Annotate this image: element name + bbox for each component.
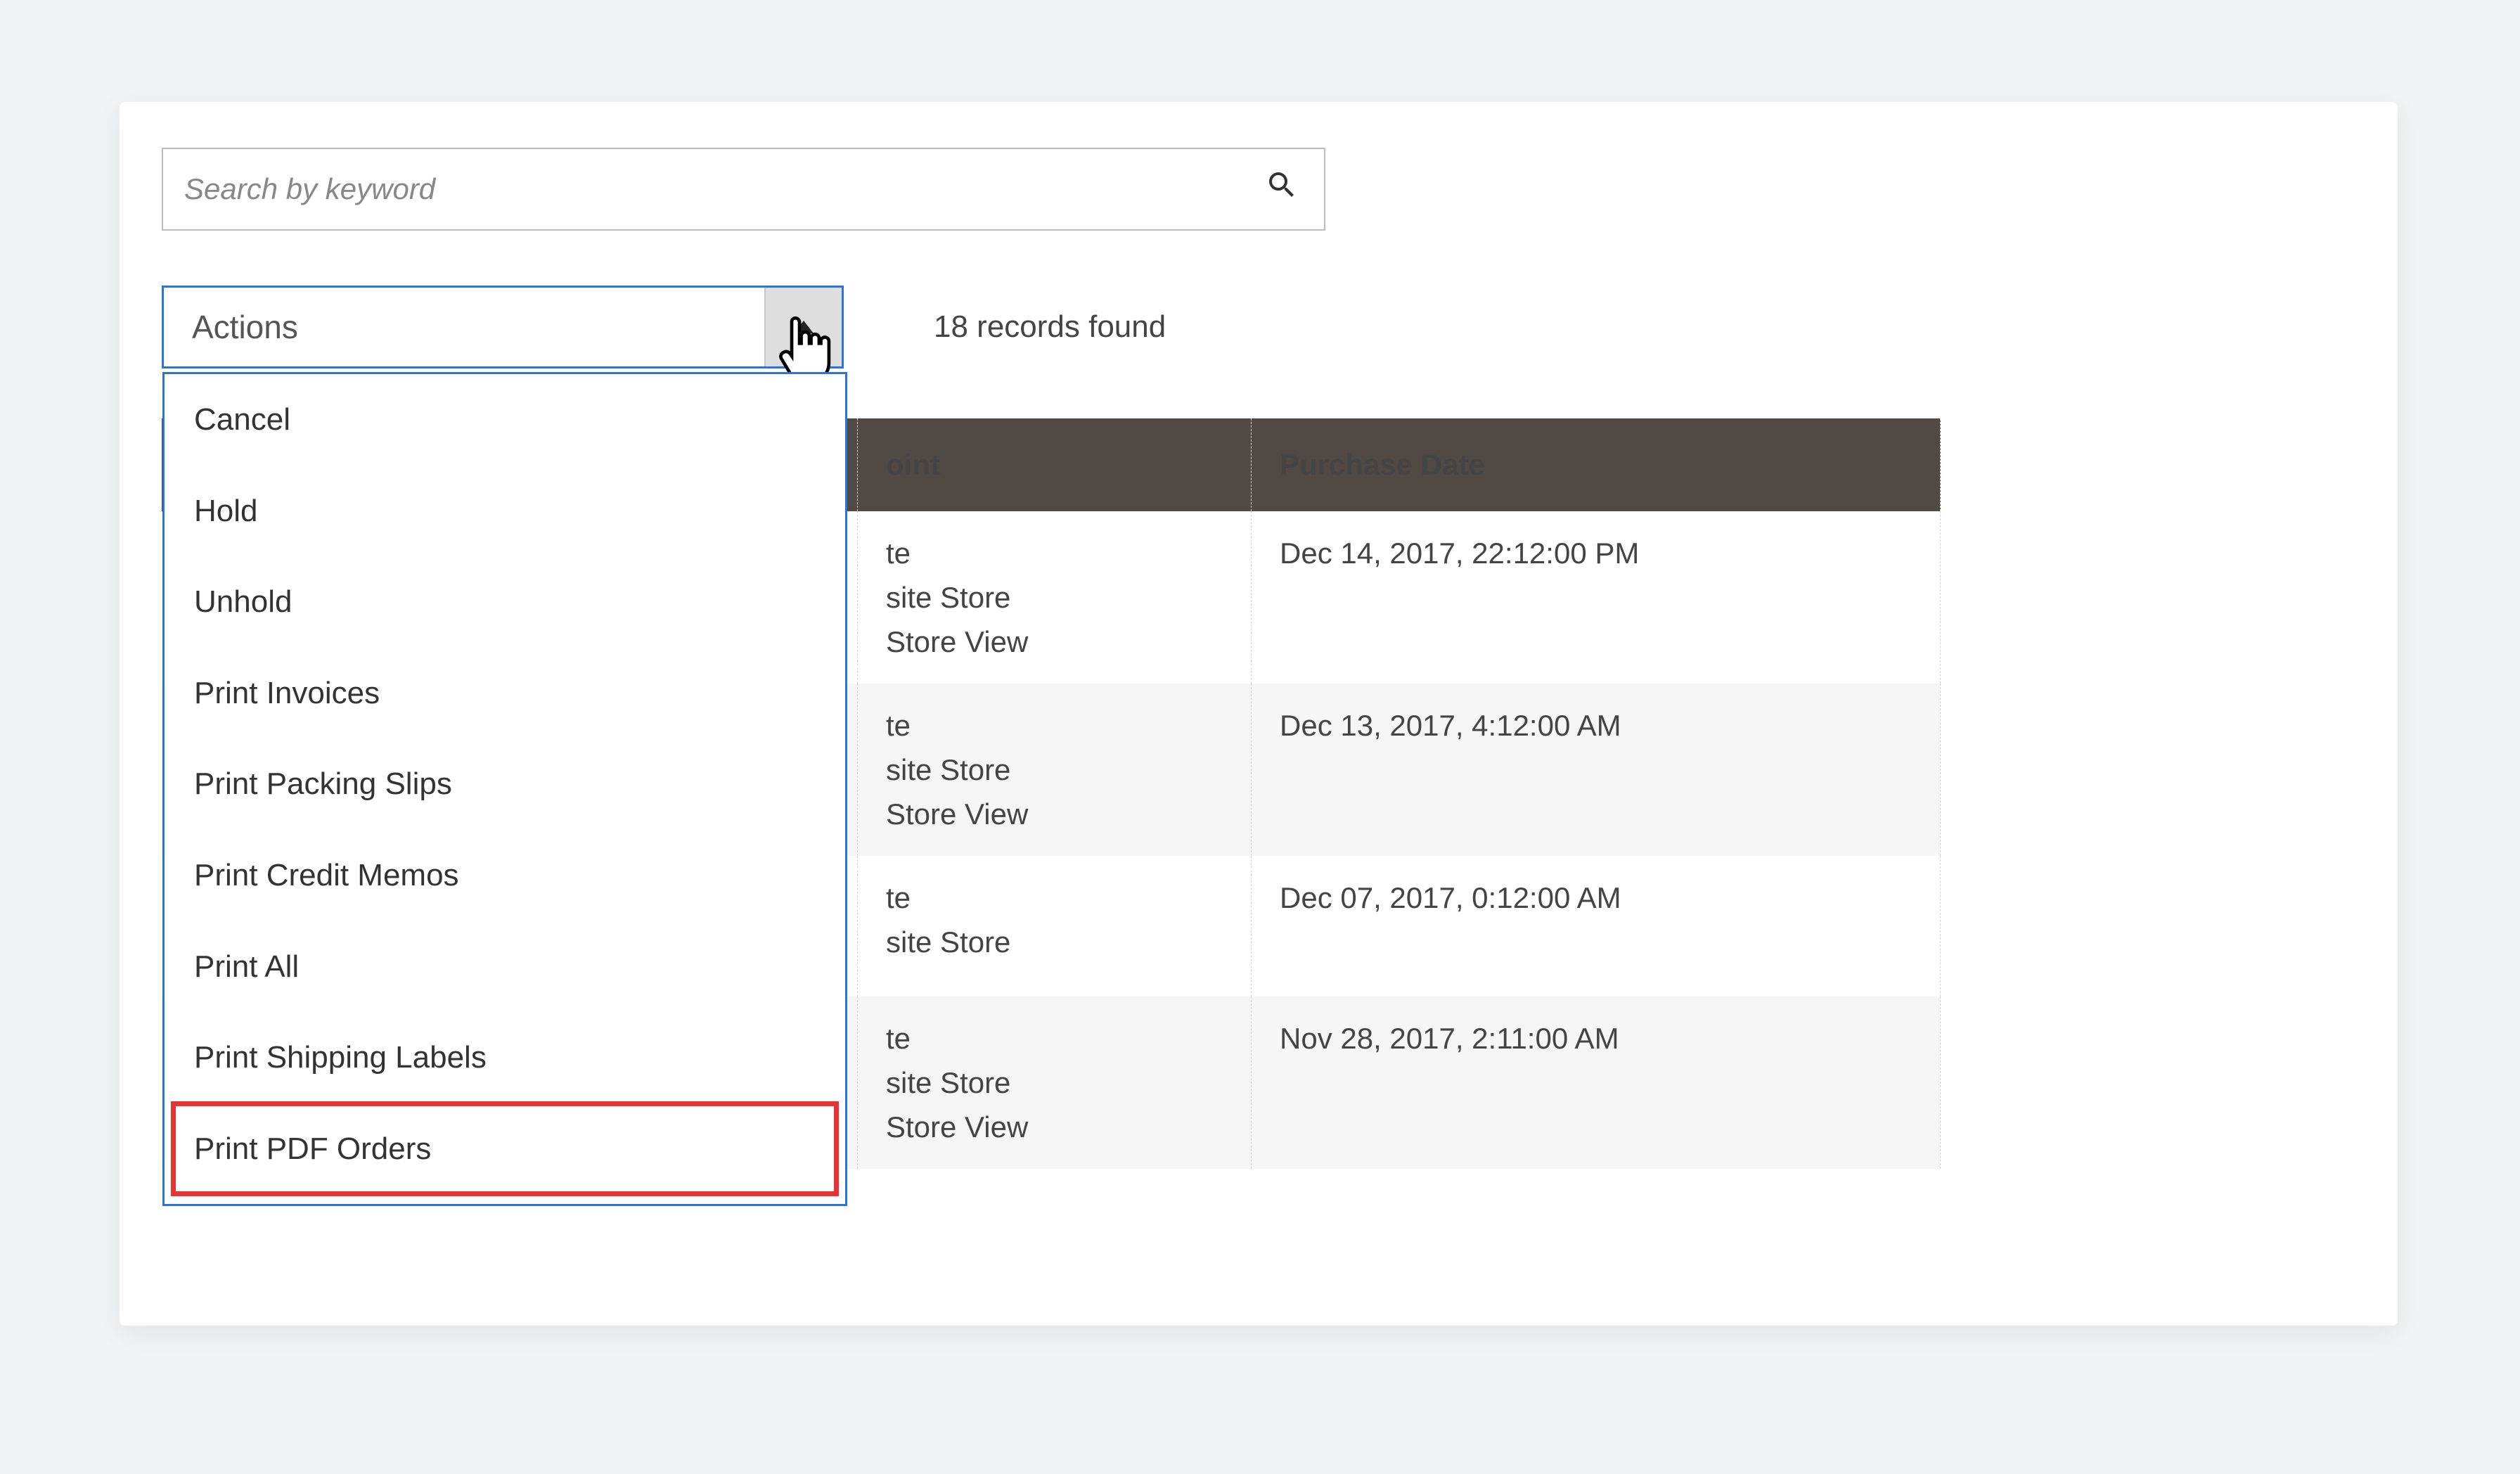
- records-found-label: 18 records found: [934, 305, 1166, 349]
- search-input[interactable]: [163, 149, 1240, 229]
- action-print-credit-memos[interactable]: Print Credit Memos: [165, 830, 845, 921]
- action-print-all[interactable]: Print All: [165, 921, 845, 1013]
- cell-purchase-date: Dec 14, 2017, 22:12:00 PM: [1252, 511, 1941, 684]
- cell-purchase-date: Dec 13, 2017, 4:12:00 AM: [1252, 684, 1941, 856]
- action-print-shipping-labels[interactable]: Print Shipping Labels: [165, 1012, 845, 1103]
- caret-up-icon: [794, 321, 814, 333]
- actions-dropdown-label: Actions: [164, 288, 766, 366]
- action-print-packing-slips[interactable]: Print Packing Slips: [165, 738, 845, 830]
- cell-purchase-point: te site Store Store View: [858, 996, 1252, 1169]
- cell-purchase-date: Dec 07, 2017, 0:12:00 AM: [1252, 856, 1941, 996]
- action-cancel[interactable]: Cancel: [165, 374, 845, 466]
- col-purchase-date[interactable]: Purchase Date: [1252, 418, 1941, 511]
- action-print-invoices[interactable]: Print Invoices: [165, 648, 845, 739]
- search-button[interactable]: [1240, 149, 1324, 229]
- action-print-pdf-orders[interactable]: Print PDF Orders: [173, 1103, 837, 1195]
- action-hold[interactable]: Hold: [165, 466, 845, 557]
- search-bar: [162, 148, 1325, 231]
- actions-dropdown-toggle[interactable]: [766, 288, 842, 366]
- cell-purchase-point: te site Store Store View: [858, 511, 1252, 684]
- actions-row: Actions Cancel Hold Unhold Print Invoice…: [162, 286, 2355, 368]
- actions-dropdown[interactable]: Actions Cancel Hold Unhold Print Invoice…: [162, 286, 844, 368]
- search-icon: [1265, 168, 1299, 210]
- cell-purchase-point: te site Store Store View: [858, 684, 1252, 856]
- actions-dropdown-menu: Cancel Hold Unhold Print Invoices Print …: [162, 372, 847, 1206]
- cell-purchase-date: Nov 28, 2017, 2:11:00 AM: [1252, 996, 1941, 1169]
- action-unhold[interactable]: Unhold: [165, 556, 845, 648]
- admin-card: Actions Cancel Hold Unhold Print Invoice…: [120, 102, 2398, 1326]
- cell-purchase-point: te site Store: [858, 856, 1252, 996]
- col-purchase-point[interactable]: oint: [858, 418, 1252, 511]
